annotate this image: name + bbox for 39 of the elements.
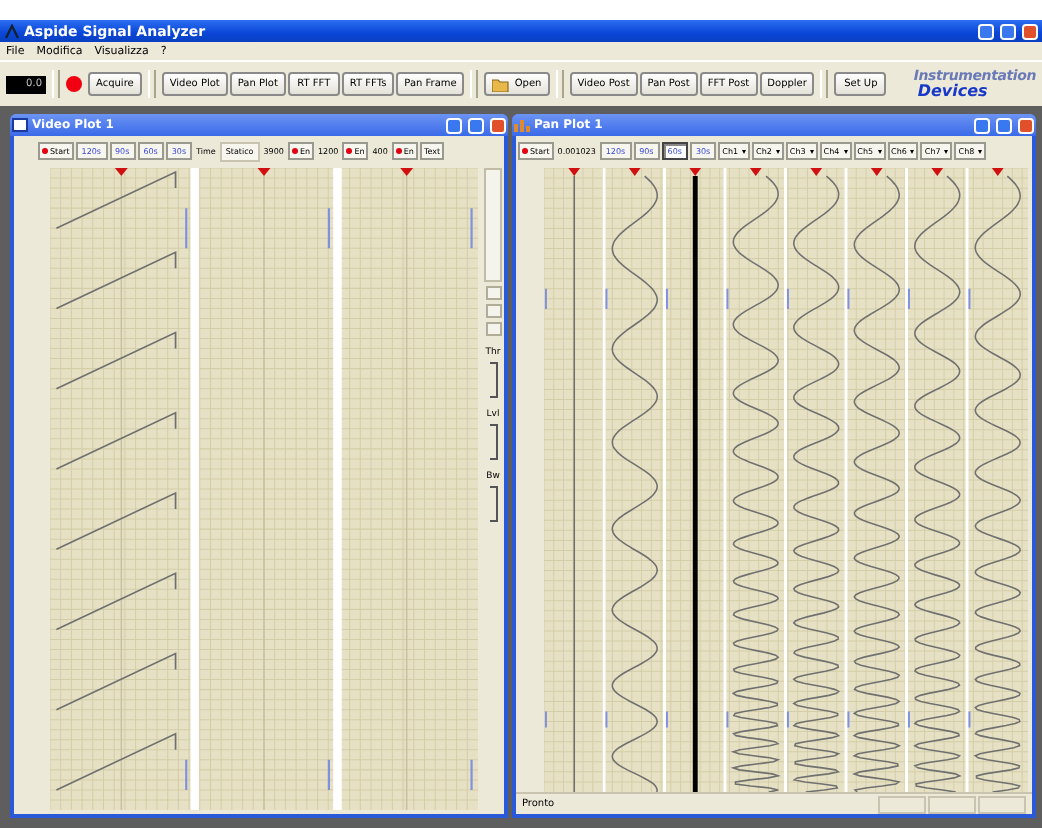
- marker-icon[interactable]: [689, 168, 702, 177]
- caret-icon: [978, 149, 983, 153]
- minimize-button[interactable]: [974, 117, 990, 133]
- maximize-button[interactable]: [996, 117, 1012, 133]
- window-icon: [12, 118, 28, 132]
- caret-icon: [775, 149, 780, 153]
- logo-text: Devices: [917, 83, 988, 99]
- slider-track[interactable]: [489, 486, 497, 522]
- marker-icon[interactable]: [568, 168, 581, 177]
- app-icon: [4, 23, 20, 39]
- marker-icon[interactable]: [749, 168, 762, 177]
- slider-track[interactable]: [489, 362, 497, 398]
- marker-icon[interactable]: [400, 168, 414, 177]
- caret-icon: [809, 149, 814, 153]
- close-button[interactable]: [1018, 117, 1034, 133]
- record-icon: [66, 76, 82, 92]
- chart-icon: [514, 118, 530, 132]
- slider-track[interactable]: [489, 424, 497, 460]
- caret-icon: [910, 149, 915, 153]
- maximize-button[interactable]: [468, 117, 484, 133]
- close-button[interactable]: [1022, 23, 1038, 39]
- folder-icon: [492, 77, 511, 91]
- caret-icon: [742, 149, 747, 153]
- maximize-button[interactable]: [1000, 23, 1016, 39]
- caret-icon: [877, 149, 882, 153]
- minimize-button[interactable]: [978, 23, 994, 39]
- marker-icon[interactable]: [991, 168, 1004, 177]
- marker-icon[interactable]: [257, 168, 271, 177]
- marker-icon[interactable]: [114, 168, 128, 177]
- marker-icon[interactable]: [628, 168, 641, 177]
- marker-icon[interactable]: [810, 168, 823, 177]
- caret-icon: [843, 149, 848, 153]
- cursor-line[interactable]: [692, 176, 698, 792]
- minimize-button[interactable]: [446, 117, 462, 133]
- marker-icon[interactable]: [931, 168, 944, 177]
- close-button[interactable]: [490, 117, 506, 133]
- scrollbar[interactable]: [484, 168, 502, 282]
- caret-icon: [944, 149, 949, 153]
- marker-icon[interactable]: [870, 168, 883, 177]
